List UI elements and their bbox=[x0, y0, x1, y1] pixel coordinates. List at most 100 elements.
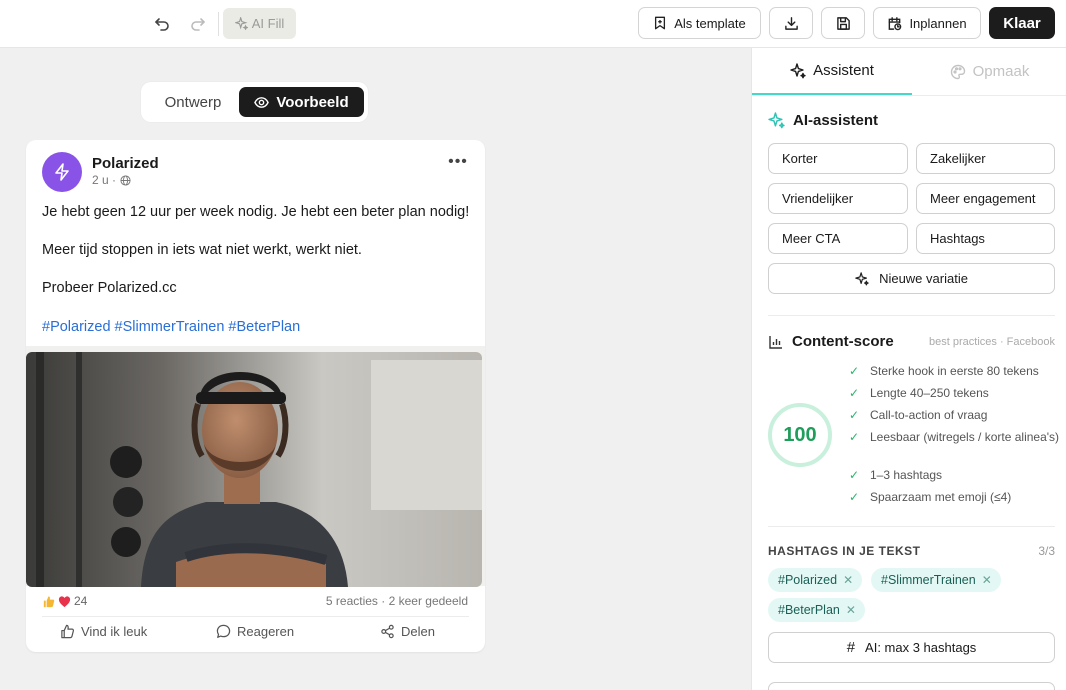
download-button[interactable] bbox=[769, 7, 813, 39]
side-panel: Assistent Opmaak AI-assistent Korter Zak… bbox=[751, 48, 1066, 690]
more-engagement-button[interactable]: Meer engagement bbox=[916, 183, 1055, 214]
check-item: ✓ Spaarzaam met emoji (≤4) bbox=[849, 490, 1060, 505]
check-item: ✓ Leesbaar (witregels / korte alinea's) bbox=[849, 430, 1060, 445]
section-divider bbox=[768, 315, 1055, 316]
post-time: 2 u · bbox=[92, 173, 117, 187]
more-options-icon[interactable]: ••• bbox=[446, 152, 470, 172]
lightning-icon bbox=[55, 163, 69, 181]
hash-icon: # bbox=[846, 639, 856, 656]
check-icon: ✓ bbox=[849, 468, 860, 482]
comment-action[interactable]: Reageren bbox=[216, 624, 294, 639]
hashtag-chip: #SlimmerTrainen ✕ bbox=[871, 568, 1001, 592]
sparkle-icon bbox=[768, 112, 785, 129]
preview-label: Voorbeeld bbox=[276, 93, 349, 111]
check-label: Leesbaar (witregels / korte alinea's) bbox=[870, 430, 1060, 444]
tab-assistant-label: Assistent bbox=[813, 62, 874, 79]
thumbs-up-icon bbox=[43, 595, 55, 607]
redo-icon[interactable] bbox=[186, 12, 210, 36]
reaction-summary[interactable]: 24 bbox=[42, 594, 87, 608]
post-author: Polarized bbox=[92, 155, 159, 172]
share-icon bbox=[381, 624, 394, 639]
hashtags-count: 3/3 bbox=[1038, 544, 1055, 558]
new-variation-button[interactable]: Nieuwe variatie bbox=[768, 263, 1055, 294]
check-item: ✓ Lengte 40–250 tekens bbox=[849, 386, 1060, 401]
check-icon: ✓ bbox=[849, 430, 860, 444]
as-template-button[interactable]: Als template bbox=[638, 7, 761, 39]
check-label: Lengte 40–250 tekens bbox=[870, 386, 989, 400]
check-label: Sterke hook in eerste 80 tekens bbox=[870, 364, 1039, 378]
comments-shares-count[interactable]: 5 reacties · 2 keer gedeeld bbox=[326, 594, 468, 608]
content-score-title-text: Content-score bbox=[792, 333, 894, 350]
section-divider bbox=[768, 526, 1055, 527]
post-text-line: Meer tijd stoppen in iets wat niet werkt… bbox=[42, 242, 362, 258]
avatar bbox=[42, 152, 82, 192]
hashtag-label: #Polarized bbox=[778, 573, 838, 587]
comment-icon bbox=[216, 624, 231, 638]
thumbs-up-outline-icon bbox=[61, 624, 74, 639]
check-icon: ✓ bbox=[849, 408, 860, 422]
ai-fill-label: AI Fill bbox=[251, 16, 285, 31]
hashtags-button[interactable]: Hashtags bbox=[916, 223, 1055, 254]
preview-tab[interactable]: Voorbeeld bbox=[239, 87, 364, 117]
view-toggle: Ontwerp Voorbeeld bbox=[141, 82, 368, 122]
post-text-line: Je hebt geen 12 uur per week nodig. Je h… bbox=[42, 204, 470, 220]
tab-assistant[interactable]: Assistent bbox=[752, 48, 912, 95]
score-source: best practices · Facebook bbox=[929, 336, 1055, 348]
check-label: Spaarzaam met emoji (≤4) bbox=[870, 490, 1012, 504]
share-label: Delen bbox=[401, 624, 435, 639]
more-cta-button[interactable]: Meer CTA bbox=[768, 223, 908, 254]
check-item: ✓ Call-to-action of vraag bbox=[849, 408, 1060, 423]
remove-hashtag-icon[interactable]: ✕ bbox=[846, 603, 856, 617]
portrait-photo bbox=[26, 352, 482, 587]
post-image bbox=[26, 346, 485, 587]
post-hashtags: #Polarized #SlimmerTrainen #BeterPlan bbox=[42, 319, 301, 335]
next-button-partial[interactable] bbox=[768, 682, 1055, 690]
design-tab[interactable]: Ontwerp bbox=[149, 87, 237, 117]
share-action[interactable]: Delen bbox=[380, 624, 435, 639]
done-button[interactable]: Klaar bbox=[989, 7, 1055, 39]
ai-assistant-title: AI-assistent bbox=[768, 112, 878, 129]
new-variation-label: Nieuwe variatie bbox=[879, 271, 968, 286]
check-item: ✓ Sterke hook in eerste 80 tekens bbox=[849, 364, 1060, 379]
post-text-line: Probeer Polarized.cc bbox=[42, 280, 177, 296]
content-score-title: Content-score bbox=[768, 333, 894, 350]
rewrite-business-button[interactable]: Zakelijker bbox=[916, 143, 1055, 174]
hashtag-chip: #Polarized ✕ bbox=[768, 568, 863, 592]
tab-layout-label: Opmaak bbox=[972, 63, 1030, 80]
check-label: Call-to-action of vraag bbox=[870, 408, 988, 422]
check-icon: ✓ bbox=[849, 490, 860, 504]
like-action[interactable]: Vind ik leuk bbox=[60, 624, 147, 639]
ai-assistant-title-text: AI-assistent bbox=[793, 112, 879, 129]
ai-max-hashtags-button[interactable]: # AI: max 3 hashtags bbox=[768, 632, 1055, 663]
bookmark-plus-icon bbox=[655, 16, 666, 30]
score-circle: 100 bbox=[768, 403, 832, 467]
rewrite-shorter-button[interactable]: Korter bbox=[768, 143, 908, 174]
download-icon bbox=[784, 16, 798, 30]
tab-layout[interactable]: Opmaak bbox=[912, 48, 1066, 95]
undo-icon[interactable] bbox=[150, 12, 174, 36]
hashtags-title: HASHTAGS IN JE TEKST bbox=[768, 544, 921, 558]
card-divider bbox=[42, 616, 469, 617]
comment-label: Reageren bbox=[237, 624, 295, 639]
rewrite-friendlier-button[interactable]: Vriendelijker bbox=[768, 183, 908, 214]
sparkle-icon bbox=[234, 17, 248, 30]
remove-hashtag-icon[interactable]: ✕ bbox=[843, 573, 853, 587]
save-icon bbox=[836, 16, 850, 30]
sparkle-icon bbox=[855, 271, 869, 285]
ai-fill-button[interactable]: AI Fill bbox=[223, 8, 296, 39]
top-toolbar: AI Fill Als template Inplannen Klaar bbox=[0, 0, 1066, 48]
toolbar-divider bbox=[218, 12, 219, 36]
calendar-clock-icon bbox=[889, 16, 902, 30]
remove-hashtag-icon[interactable]: ✕ bbox=[982, 573, 992, 587]
schedule-button[interactable]: Inplannen bbox=[873, 7, 981, 39]
like-label: Vind ik leuk bbox=[81, 624, 148, 639]
schedule-label: Inplannen bbox=[909, 15, 967, 31]
check-icon: ✓ bbox=[849, 386, 860, 400]
heart-icon bbox=[58, 595, 71, 607]
check-label: 1–3 hashtags bbox=[870, 468, 943, 482]
hashtag-label: #SlimmerTrainen bbox=[881, 573, 976, 587]
palette-icon bbox=[950, 64, 965, 79]
hashtag-label: #BeterPlan bbox=[778, 603, 840, 617]
save-button[interactable] bbox=[821, 7, 865, 39]
eye-icon bbox=[254, 96, 270, 108]
